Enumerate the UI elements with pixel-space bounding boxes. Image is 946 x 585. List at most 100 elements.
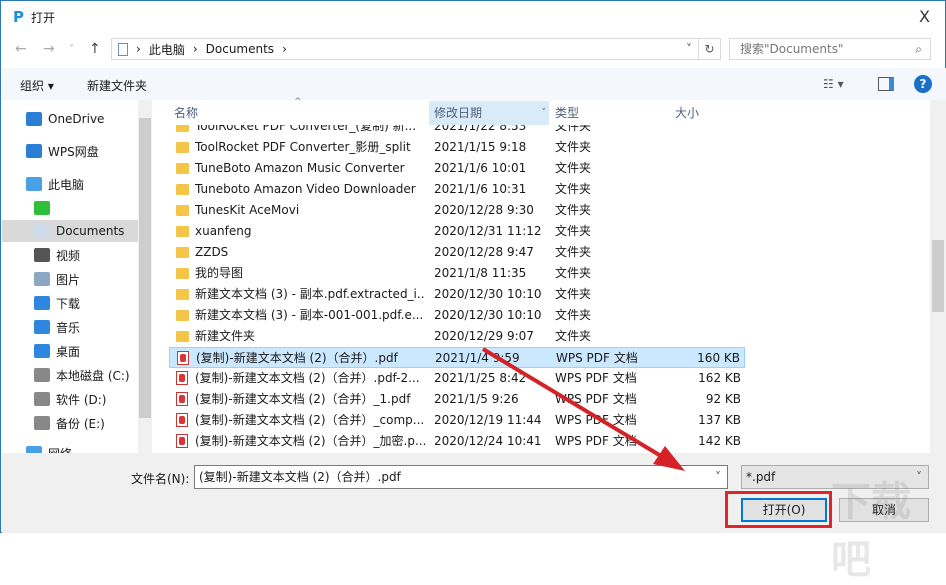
file-type: WPS PDF 文档 [555,413,637,427]
sidebar-item[interactable]: 音乐 [2,316,138,338]
file-row[interactable]: TunesKit AceMovi 2020/12/28 9:30 文件夹 [169,200,745,221]
back-button[interactable]: ← [15,41,27,57]
sidebar-item[interactable]: WPS网盘 [2,140,138,162]
file-row[interactable]: 新建文件夹 2020/12/29 9:07 文件夹 [169,326,745,347]
file-name: 新建文本文档 (3) - 副本-001-001.pdf.e... [195,308,424,322]
sidebar-item[interactable]: 图片 [2,268,138,290]
date-header-label: 修改日期 [434,106,483,120]
column-header-name[interactable]: 名称 [174,101,198,125]
sidebar-item[interactable]: 此电脑 [2,173,138,195]
sidebar-item[interactable]: 本地磁盘 (C:) [2,364,138,386]
file-date: 2021/1/15 9:18 [434,140,527,154]
app-icon [34,201,50,215]
file-date: 2021/1/5 9:26 [434,392,519,406]
document-icon [118,42,128,56]
sidebar-item[interactable]: 软件 (D:) [2,388,138,410]
file-type: 文件夹 [555,329,592,343]
recent-locations-button[interactable]: ˅ [69,44,74,55]
file-row[interactable]: ToolRocket PDF Converter_影册_split 2021/1… [169,137,745,158]
sidebar-item[interactable]: Documents [2,220,138,242]
search-input[interactable]: 搜索"Documents" ⌕ [729,38,931,60]
video-icon [34,248,50,262]
file-type: 文件夹 [555,308,592,322]
file-date: 2021/1/8 11:35 [434,266,527,280]
help-button[interactable]: ? [914,75,932,93]
sidebar-item[interactable]: 下载 [2,292,138,314]
close-button[interactable]: X [919,7,930,26]
sidebar-item-label: 本地磁盘 (C:) [56,368,130,383]
file-row[interactable]: 我的导图 2021/1/8 11:35 文件夹 [169,263,745,284]
file-row[interactable]: ZZDS 2020/12/28 9:47 文件夹 [169,242,745,263]
navigation-pane: OneDrive WPS网盘此电脑 Documents 视频 图片下载音乐 桌面本地磁盘 … [2,100,138,453]
file-row[interactable]: 新建文本文档 (3) - 副本-001-001.pdf.e... 2020/12… [169,305,745,326]
file-date: 2020/12/30 10:10 [434,308,542,322]
file-row[interactable]: (复制)-新建文本文档 (2)（合并）.pdf 2021/1/4 9:59 WP… [169,347,745,368]
sidebar-scrollbar[interactable] [138,100,152,453]
path-separator: › [136,42,141,56]
file-name: (复制)-新建文本文档 (2)（合并）_加密.p... [195,434,425,448]
file-name: (复制)-新建文本文档 (2)（合并）_1.pdf [195,392,411,406]
view-options-button[interactable]: ☷ ▾ [823,77,844,91]
file-type: 文件夹 [555,182,592,196]
file-list-scrollbar[interactable] [930,100,946,453]
file-type: WPS PDF 文档 [555,434,637,448]
sidebar-item[interactable] [2,197,138,219]
preview-pane-icon[interactable] [878,77,894,91]
file-row[interactable]: (复制)-新建文本文档 (2)（合并）_加密.p... 2020/12/24 1… [169,431,745,452]
sidebar-item[interactable]: OneDrive [2,108,138,130]
sidebar-item[interactable]: 网络 [2,442,138,453]
new-folder-button[interactable]: 新建文件夹 [87,77,147,94]
title-bar [1,1,946,33]
file-type: 文件夹 [555,140,592,154]
column-header-type[interactable]: 类型 [555,101,579,125]
drive-icon [34,392,50,406]
chevron-down-icon[interactable]: ˅ [542,101,547,125]
sidebar-item-label: 软件 (D:) [56,392,107,407]
file-date: 2020/12/24 10:41 [434,434,542,448]
open-file-dialog: P 打开 X ← → ˅ ↑ › 此电脑 › Documents › ˅ ↻ 搜… [0,0,946,583]
path-separator: › [192,42,198,56]
folder-icon [176,331,189,342]
file-type: WPS PDF 文档 [555,392,637,406]
sidebar-item[interactable]: 桌面 [2,340,138,362]
file-date: 2020/12/29 9:07 [434,329,534,343]
column-header-size[interactable]: 大小 [675,101,699,125]
file-date: 2021/1/25 8:42 [434,371,527,385]
folder-icon [176,310,189,321]
breadcrumb-documents[interactable]: Documents [206,42,274,56]
address-bar[interactable]: › 此电脑 › Documents › ˅ [111,38,699,60]
file-date: 2020/12/28 9:30 [434,203,534,217]
file-row[interactable]: xuanfeng 2020/12/31 11:12 文件夹 [169,221,745,242]
up-button[interactable]: ↑ [89,41,101,57]
sidebar-item[interactable]: 视频 [2,244,138,266]
file-type: 文件夹 [555,125,592,133]
folder-icon [176,226,189,237]
column-header-date[interactable]: 修改日期 ˅ [429,101,549,125]
file-row[interactable]: (复制)-新建文本文档 (2)（合并）_1.pdf 2021/1/5 9:26 … [169,389,745,410]
computer-icon [26,177,42,191]
breadcrumb-this-pc[interactable]: 此电脑 [149,41,185,58]
cloud-icon [26,144,42,158]
file-type: 文件夹 [555,161,592,175]
file-row[interactable]: Tuneboto Amazon Video Downloader 2021/1/… [169,179,745,200]
file-row[interactable]: (复制)-新建文本文档 (2)（合并）.pdf-2... 2021/1/25 8… [169,368,745,389]
file-date: 2020/12/31 11:12 [434,224,542,238]
file-type-value: *.pdf [746,470,776,484]
file-row[interactable]: 新建文本文档 (3) - 副本.pdf.extracted_i... 2020/… [169,284,745,305]
sidebar-item[interactable]: 备份 (E:) [2,412,138,434]
file-row[interactable]: TuneBoto Amazon Music Converter 2021/1/6… [169,158,745,179]
file-date: 2021/1/22 8:53 [434,125,527,133]
refresh-button[interactable]: ↻ [699,38,721,60]
filename-input[interactable]: (复制)-新建文本文档 (2)（合并）.pdf ˅ [194,465,728,489]
forward-button[interactable]: → [43,41,55,57]
sidebar-item-label: 下载 [56,296,81,311]
address-dropdown-icon[interactable]: ˅ [686,42,692,56]
file-date: 2021/1/4 9:59 [435,351,520,365]
file-row[interactable]: ToolRocket PDF Converter_(复制) 新... 2021/… [169,125,745,137]
filename-dropdown-icon[interactable]: ˅ [715,466,721,488]
file-row[interactable]: (复制)-新建文本文档 (2)（合并）_comp... 2020/12/19 1… [169,410,745,431]
file-date: 2020/12/19 11:44 [434,413,542,427]
file-type: WPS PDF 文档 [555,371,637,385]
drive-icon [34,416,50,430]
organize-button[interactable]: 组织 ▾ [20,77,54,94]
